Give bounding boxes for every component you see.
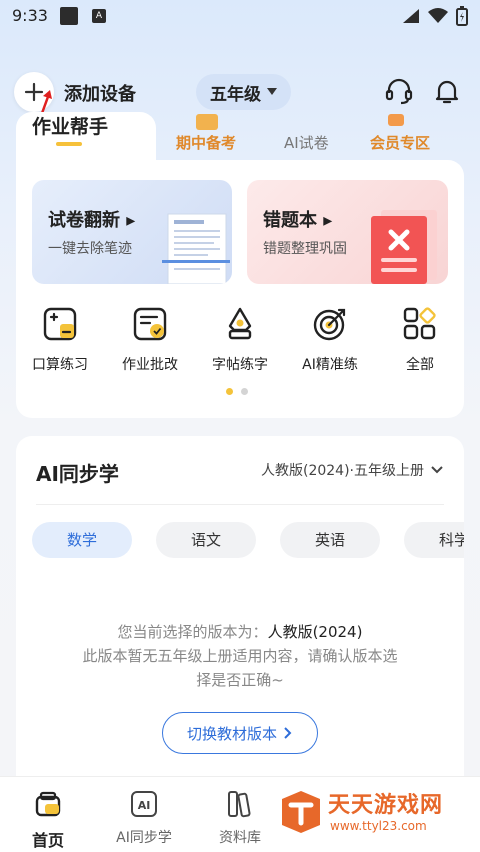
status-bar: 9:33 A xyxy=(0,0,480,34)
ai-sync-title: AI同步学 xyxy=(36,462,119,486)
status-time: 9:33 xyxy=(12,6,48,25)
quick-oral-calc[interactable]: 口算练习 xyxy=(20,306,100,374)
bell-icon[interactable] xyxy=(432,76,462,106)
carousel-dot xyxy=(241,388,248,395)
tab-vip[interactable]: 会员专区 xyxy=(370,132,430,153)
quick-actions: 口算练习 作业批改 字帖练字 AI精准练 全部 xyxy=(16,306,464,376)
wrong-book-title: 错题本 ▸ xyxy=(263,210,333,231)
switch-edition-label: 切换教材版本 xyxy=(186,724,277,743)
home-icon xyxy=(35,791,61,817)
chevron-down-icon xyxy=(431,466,443,474)
svg-text:AI: AI xyxy=(138,799,151,812)
quick-all[interactable]: 全部 xyxy=(380,306,460,374)
notice-line-1: 您当前选择的版本为：人教版(2024) xyxy=(117,623,363,641)
divider xyxy=(36,504,444,505)
quick-all-label: 全部 xyxy=(406,357,434,373)
subject-tabs: 数学 语文 英语 科学 xyxy=(32,522,464,558)
grade-label: 五年级 xyxy=(210,84,261,105)
notification-square-icon xyxy=(60,7,78,25)
notice-line-3: 择是否正确~ xyxy=(196,671,284,689)
vip-badge-icon xyxy=(388,114,404,126)
exam-paper-icon xyxy=(162,213,230,284)
target-icon xyxy=(313,308,346,341)
ai-sync-card: AI同步学 人教版(2024)·五年级上册 数学 语文 英语 科学 您当前选择的… xyxy=(16,436,464,796)
quick-ai-practice-label: AI精准练 xyxy=(302,357,358,373)
watermark-title: 天天游戏网 xyxy=(328,793,444,818)
bottom-nav: 首页 AI AI同步学 资料库 天天游戏网 www.ttyl23.com xyxy=(0,776,480,852)
ai-book-icon: AI xyxy=(131,791,157,817)
wrong-book-icon xyxy=(371,210,437,284)
midterm-badge-icon xyxy=(196,114,218,130)
carousel-dot-active xyxy=(226,388,233,395)
top-header: 添加设备 五年级 xyxy=(0,70,480,118)
status-icons xyxy=(402,6,468,26)
paper-renew-title: 试卷翻新 ▸ xyxy=(48,210,136,231)
grade-selector[interactable]: 五年级 xyxy=(196,74,291,110)
site-watermark: 天天游戏网 www.ttyl23.com xyxy=(278,785,468,843)
quick-ai-practice[interactable]: AI精准练 xyxy=(290,306,370,374)
chevron-right-icon xyxy=(284,727,292,739)
feature-tabs: 作业帮手 期中备考 AI试卷 会员专区 xyxy=(16,112,464,162)
subject-tab-chinese[interactable]: 语文 xyxy=(156,522,256,558)
subject-tab-math[interactable]: 数学 xyxy=(32,522,132,558)
wifi-icon xyxy=(428,8,448,23)
nav-home[interactable]: 首页 xyxy=(8,789,88,851)
nav-library[interactable]: 资料库 xyxy=(200,789,280,847)
nav-ai-sync-label: AI同步学 xyxy=(116,830,172,846)
quick-homework-check[interactable]: 作业批改 xyxy=(110,306,190,374)
edition-selector[interactable]: 人教版(2024)·五年级上册 xyxy=(261,460,444,480)
quick-oral-calc-label: 口算练习 xyxy=(32,357,88,373)
edition-notice: 您当前选择的版本为：人教版(2024) 此版本暂无五年级上册适用内容，请确认版本… xyxy=(46,620,434,692)
notice-line-2: 此版本暂无五年级上册适用内容，请确认版本选 xyxy=(82,647,398,665)
quick-homework-check-label: 作业批改 xyxy=(122,357,178,373)
homework-helper-card: 试卷翻新 ▸ 一键去除笔迹 错题本 ▸ 错题整理巩固 口算练习 作业批改 字帖练… xyxy=(16,160,464,418)
subject-tab-english[interactable]: 英语 xyxy=(280,522,380,558)
homework-check-icon xyxy=(133,307,167,341)
nav-library-label: 资料库 xyxy=(219,830,261,846)
signal-icon xyxy=(403,9,419,23)
carousel-dots xyxy=(226,388,248,395)
paper-renew-card[interactable]: 试卷翻新 ▸ 一键去除笔迹 xyxy=(32,180,232,284)
watermark-logo-icon xyxy=(282,791,320,833)
nav-ai-sync[interactable]: AI AI同步学 xyxy=(104,789,184,847)
switch-edition-button[interactable]: 切换教材版本 xyxy=(162,712,318,754)
all-grid-icon xyxy=(403,307,436,340)
battery-icon xyxy=(456,6,468,26)
calc-icon xyxy=(43,307,77,341)
tab-homework-helper[interactable]: 作业帮手 xyxy=(16,112,156,162)
subject-tab-science[interactable]: 科学 xyxy=(404,522,464,558)
headset-support-icon[interactable] xyxy=(384,76,414,106)
quick-calligraphy[interactable]: 字帖练字 xyxy=(200,306,280,374)
add-device-label[interactable]: 添加设备 xyxy=(64,80,136,106)
quick-calligraphy-label: 字帖练字 xyxy=(212,357,268,373)
nav-home-label: 首页 xyxy=(31,831,64,850)
watermark-url: www.ttyl23.com xyxy=(330,819,427,833)
paper-renew-subtitle: 一键去除笔迹 xyxy=(48,241,132,257)
caret-down-icon xyxy=(267,88,277,95)
tab-midterm[interactable]: 期中备考 xyxy=(176,132,236,153)
edition-label: 人教版(2024)·五年级上册 xyxy=(260,463,424,479)
wrong-book-card[interactable]: 错题本 ▸ 错题整理巩固 xyxy=(247,180,448,284)
library-icon xyxy=(228,791,251,818)
wrong-book-subtitle: 错题整理巩固 xyxy=(263,241,347,257)
tab-active-underline xyxy=(56,142,82,146)
notification-a-icon: A xyxy=(92,9,106,23)
tab-ai-paper[interactable]: AI试卷 xyxy=(284,132,329,153)
tab-homework-helper-label: 作业帮手 xyxy=(32,116,109,138)
brush-icon xyxy=(228,307,252,340)
